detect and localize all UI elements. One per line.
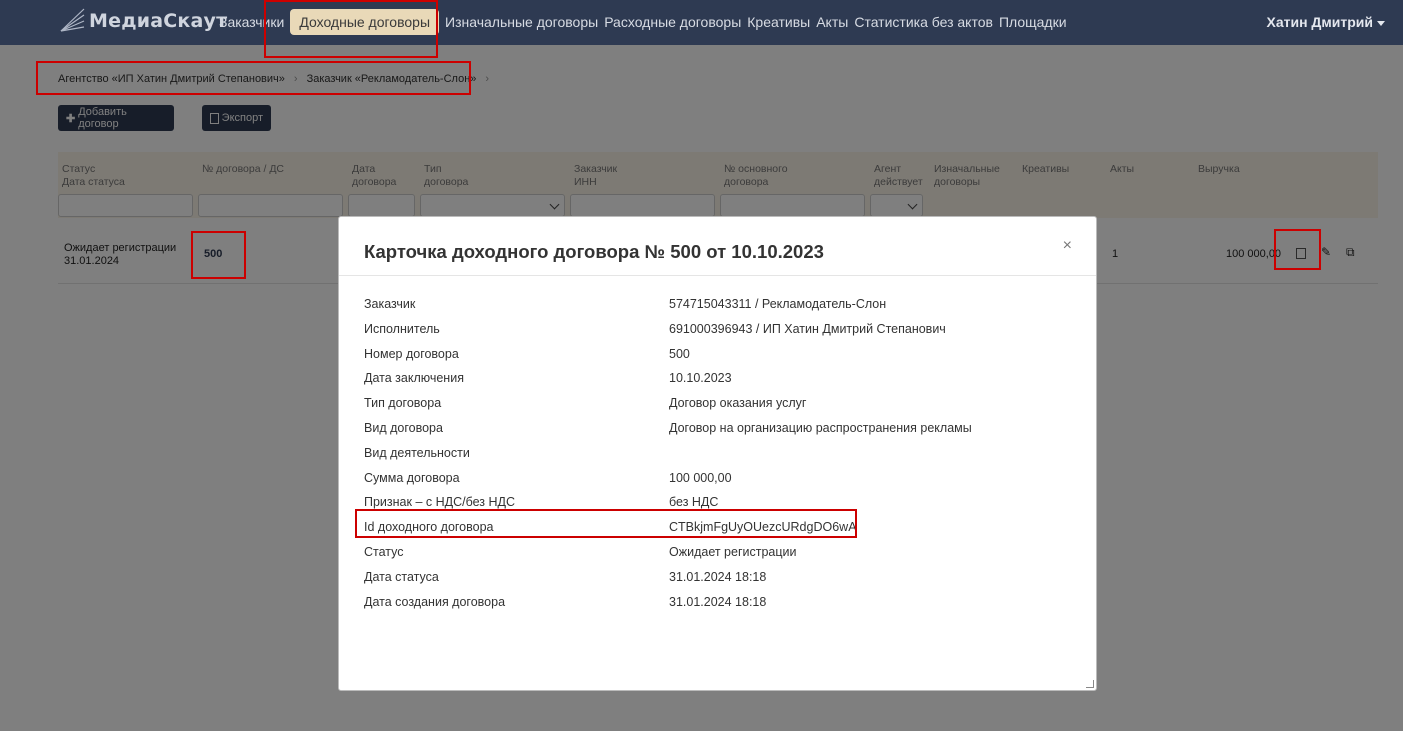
- resize-handle[interactable]: [1086, 680, 1094, 688]
- logo[interactable]: МедиаСкаут: [58, 6, 227, 36]
- user-menu[interactable]: Хатин Дмитрий: [1266, 14, 1385, 30]
- modal-title: Карточка доходного договора № 500 от 10.…: [364, 241, 824, 262]
- field-label: Дата заключения: [364, 371, 464, 386]
- field-label: Статус: [364, 544, 404, 559]
- field-value: 10.10.2023: [669, 371, 732, 386]
- nav-item-4[interactable]: Креативы: [744, 9, 813, 35]
- field-value: без НДС: [669, 495, 719, 510]
- nav-item-2[interactable]: Изначальные договоры: [442, 9, 601, 35]
- modal-divider: [339, 275, 1096, 276]
- field-label: Вид договора: [364, 420, 443, 435]
- field-value: 691000396943 / ИП Хатин Дмитрий Степанов…: [669, 321, 946, 336]
- nav-item-5[interactable]: Акты: [813, 9, 851, 35]
- contract-card-modal: Карточка доходного договора № 500 от 10.…: [338, 216, 1097, 691]
- field-label: Дата статуса: [364, 569, 439, 584]
- top-navbar: МедиаСкаут Заказчики Доходные договоры Изн…: [0, 0, 1403, 45]
- close-icon[interactable]: ×: [1063, 237, 1072, 255]
- field-value: 31.01.2024 18:18: [669, 594, 767, 609]
- field-label: Дата создания договора: [364, 594, 506, 609]
- annotation-box-number: [191, 231, 246, 279]
- field-value: Ожидает регистрации: [669, 544, 797, 559]
- field-value: 500: [669, 346, 690, 361]
- field-label: Тип договора: [364, 396, 442, 411]
- logo-text: МедиаСкаут: [89, 10, 228, 32]
- field-value: 574715043311 / Рекламодатель-Слон: [669, 297, 887, 311]
- field-value: Договор оказания услуг: [669, 396, 807, 411]
- field-label: Номер договора: [364, 346, 459, 361]
- nav-item-6[interactable]: Статистика без актов: [851, 9, 996, 35]
- field-label: Вид деятельности: [364, 445, 470, 460]
- field-label: Сумма договора: [364, 470, 460, 485]
- field-value: 100 000,00: [669, 470, 732, 485]
- field-label: Заказчик: [364, 297, 416, 311]
- field-value: 31.01.2024 18:18: [669, 569, 767, 584]
- field-value: Договор на организацию распространения р…: [669, 420, 972, 435]
- user-name: Хатин Дмитрий: [1266, 14, 1374, 30]
- field-label: Признак – с НДС/без НДС: [364, 495, 516, 510]
- logo-rays-icon: [60, 8, 85, 32]
- field-label: Исполнитель: [364, 321, 440, 336]
- nav-item-3[interactable]: Расходные договоры: [601, 9, 744, 35]
- annotation-box-doc-icon: [1274, 229, 1321, 270]
- nav-item-7[interactable]: Площадки: [996, 9, 1070, 35]
- annotation-box-breadcrumb: [36, 61, 471, 95]
- caret-down-icon: [1377, 20, 1385, 26]
- annotation-box-nav: [264, 0, 438, 58]
- annotation-box-id-field: [355, 509, 857, 538]
